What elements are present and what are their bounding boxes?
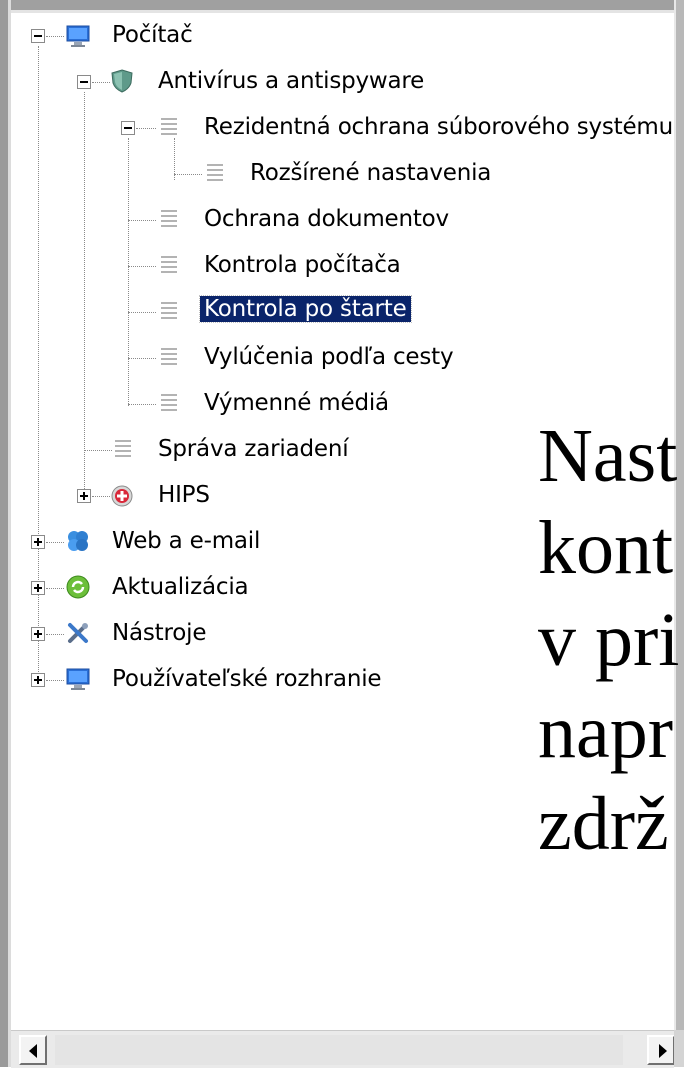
tree-connector	[174, 174, 202, 175]
page-icon	[112, 438, 134, 462]
top-border	[0, 0, 684, 10]
left-arrow-icon	[29, 1044, 37, 1058]
scrollbar-track[interactable]	[55, 1035, 623, 1065]
page-icon	[158, 300, 180, 324]
left-border-highlight	[8, 0, 11, 1067]
tree-connector	[128, 138, 129, 406]
expand-toggle[interactable]	[31, 581, 45, 595]
left-border	[0, 0, 8, 1067]
tree-connector	[84, 450, 112, 451]
tree-item-label: Rezidentná ochrana súborového systému	[204, 114, 674, 140]
tree-item-label: Nástroje	[112, 620, 207, 646]
page-icon	[158, 116, 180, 140]
tree-item-label: Antivírus a antispyware	[158, 68, 425, 94]
monitor-icon	[66, 25, 90, 47]
tree-item-label: Rozšírené nastavenia	[250, 160, 492, 186]
tree-connector	[128, 312, 156, 313]
expand-toggle[interactable]	[31, 535, 45, 549]
monitor-icon	[66, 668, 90, 690]
scrollbar-corner	[674, 1030, 684, 1067]
expand-toggle[interactable]	[31, 627, 45, 641]
top-border-highlight	[0, 10, 684, 13]
expand-toggle[interactable]	[31, 673, 45, 687]
tree-connector	[128, 266, 156, 267]
horizontal-scrollbar[interactable]	[11, 1030, 675, 1068]
tree-item-label: Používateľské rozhranie	[112, 666, 382, 692]
tree-connector	[46, 588, 64, 589]
page-icon	[158, 208, 180, 232]
tree-item-label: Aktualizácia	[112, 574, 249, 600]
tree-item-label: Web a e-mail	[112, 528, 261, 554]
tools-icon	[68, 623, 88, 643]
tree-connector	[46, 680, 64, 681]
tree-connector	[84, 92, 85, 493]
tree-item-label: Počítač	[112, 22, 193, 48]
tree-item-label: Ochrana dokumentov	[204, 206, 449, 232]
collapse-toggle[interactable]	[121, 121, 135, 135]
collapse-toggle[interactable]	[31, 29, 45, 43]
hips-icon	[111, 485, 133, 507]
page-icon	[158, 346, 180, 370]
tree-item-label-selected: Kontrola po štarte	[199, 295, 412, 323]
tree-item-label: Správa zariadení	[158, 436, 349, 462]
collapse-toggle[interactable]	[77, 75, 91, 89]
tree-item-label: HIPS	[158, 482, 210, 508]
overlay-text-line: zdrž	[538, 782, 669, 866]
tree-item-label: Vylúčenia podľa cesty	[204, 344, 454, 370]
tree-connector	[128, 404, 156, 405]
expand-toggle[interactable]	[77, 489, 91, 503]
page-icon	[158, 392, 180, 416]
tree-item-label: Kontrola počítača	[204, 252, 401, 278]
tree-connector	[46, 634, 64, 635]
tree-connector	[136, 128, 156, 129]
scroll-right-button[interactable]	[647, 1035, 675, 1065]
overlay-description-text: Nast kont v pri napr zdrž	[538, 410, 679, 870]
tree-connector	[92, 496, 110, 497]
tree-connector	[46, 542, 64, 543]
overlay-text-line: Nast	[538, 414, 678, 498]
update-icon	[66, 575, 90, 599]
page-icon	[158, 254, 180, 278]
overlay-text-line: napr	[538, 690, 674, 774]
tree-connector	[46, 36, 64, 37]
settings-panel: Počítač Antivírus a antispyware Rezident…	[0, 0, 684, 1068]
right-arrow-icon	[659, 1044, 667, 1058]
shield-icon	[111, 69, 133, 93]
tree-connector	[128, 220, 156, 221]
tree-connector	[128, 358, 156, 359]
overlay-text-line: kont	[538, 506, 674, 590]
tree-item-label: Výmenné médiá	[204, 390, 389, 416]
tree-connector	[92, 82, 110, 83]
page-icon	[204, 162, 226, 186]
overlay-text-line: v pri	[538, 598, 680, 682]
globe-icon	[68, 531, 88, 551]
scroll-left-button[interactable]	[19, 1035, 47, 1065]
